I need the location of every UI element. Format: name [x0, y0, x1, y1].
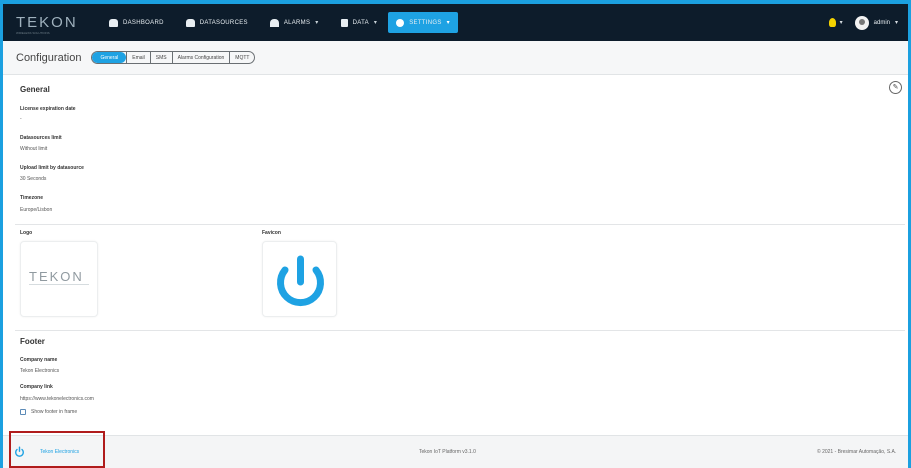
brand-logo[interactable]: TEKON WIRELESS SOLUTIONS	[16, 14, 88, 35]
datasources-limit-label: Datasources limit	[20, 135, 62, 141]
tab-general[interactable]: General	[92, 52, 127, 63]
company-link-value: https://www.tekonelectronics.com	[20, 396, 94, 402]
company-name-label: Company name	[20, 357, 58, 363]
logo-image-text: TEKON	[29, 269, 84, 284]
footer-company-name[interactable]: Tekon Electronics	[40, 449, 79, 455]
tab-sms[interactable]: SMS	[149, 52, 172, 63]
brand-logo-subtitle: WIRELESS SOLUTIONS	[16, 31, 50, 35]
logo-image-underline	[29, 284, 89, 285]
chevron-down-icon[interactable]: ▾	[840, 19, 843, 26]
timezone-label: Timezone	[20, 195, 43, 201]
user-tools: ▾ admin ▾	[828, 15, 898, 30]
upload-limit-label: Upload limit by datasource	[20, 165, 84, 171]
user-name[interactable]: admin	[874, 20, 890, 26]
main-nav: DASHBOARD DATASOURCES ALARMS ▾ DATA ▾ SE…	[98, 4, 458, 41]
section-divider	[15, 330, 905, 331]
nav-data-label: DATA	[352, 19, 369, 26]
section-divider	[15, 224, 905, 225]
favicon-label: Favicon	[262, 230, 281, 236]
avatar[interactable]	[854, 15, 869, 30]
nav-settings[interactable]: SETTINGS ▾	[388, 12, 458, 33]
database-icon	[340, 18, 348, 27]
config-tabs: General Email SMS Alarms Configuration M…	[91, 51, 256, 64]
chevron-down-icon: ▾	[446, 20, 450, 26]
timezone-value: Europe/Lisbon	[20, 207, 53, 213]
nav-dashboard-label: DASHBOARD	[123, 19, 164, 26]
brand-logo-text: TEKON	[16, 14, 78, 31]
page-title: Configuration	[16, 51, 82, 64]
chevron-down-icon: ▾	[373, 20, 378, 26]
nav-settings-label: SETTINGS	[409, 19, 442, 26]
favicon-image[interactable]	[262, 241, 337, 317]
show-footer-label: Show footer in frame	[31, 409, 78, 415]
upload-limit-value: 30 Seconds	[20, 176, 47, 182]
nav-alarms-label: ALARMS	[283, 19, 311, 26]
tab-mqtt[interactable]: MQTT	[229, 52, 254, 63]
power-icon	[15, 446, 24, 457]
page-header: Configuration General Email SMS Alarms C…	[3, 41, 908, 75]
nav-alarms[interactable]: ALARMS ▾	[259, 4, 330, 41]
gear-icon	[396, 18, 405, 27]
tab-email[interactable]: Email	[126, 52, 150, 63]
show-footer-checkbox[interactable]	[20, 409, 26, 415]
license-expiration-label: License expiration date	[20, 106, 76, 112]
edit-icon[interactable]: ✎	[889, 81, 902, 94]
footer-version: Tekon IoT Platform v3.1.0	[419, 449, 476, 455]
bell-icon	[269, 18, 279, 27]
nav-data[interactable]: DATA ▾	[330, 4, 389, 41]
top-navbar: TEKON WIRELESS SOLUTIONS DASHBOARD DATAS…	[3, 4, 908, 41]
dashboard-icon	[109, 18, 118, 27]
footer-copyright: © 2021 - Bresimar Automação, S.A.	[817, 449, 897, 455]
chevron-down-icon[interactable]: ▾	[895, 19, 898, 26]
general-section-title: General	[20, 85, 50, 94]
datasources-limit-value: Without limit	[20, 146, 48, 152]
nav-datasources[interactable]: DATASOURCES	[175, 4, 259, 41]
lightbulb-icon[interactable]	[828, 18, 836, 27]
company-name-value: Tekon Electronics	[20, 368, 60, 374]
nav-datasources-label: DATASOURCES	[199, 19, 248, 26]
logo-label: Logo	[20, 230, 33, 236]
nav-dashboard[interactable]: DASHBOARD	[98, 4, 175, 41]
power-icon	[277, 255, 324, 307]
license-expiration-value: -	[20, 116, 22, 122]
company-link-label: Company link	[20, 384, 53, 390]
chevron-down-icon: ▾	[315, 20, 319, 26]
footer-company-link[interactable]: Tekon Electronics	[14, 446, 79, 457]
car-icon	[185, 18, 195, 27]
logo-image[interactable]: TEKON	[20, 241, 98, 317]
footer-section-title: Footer	[20, 337, 45, 346]
tab-alarms-configuration[interactable]: Alarms Configuration	[171, 52, 230, 63]
